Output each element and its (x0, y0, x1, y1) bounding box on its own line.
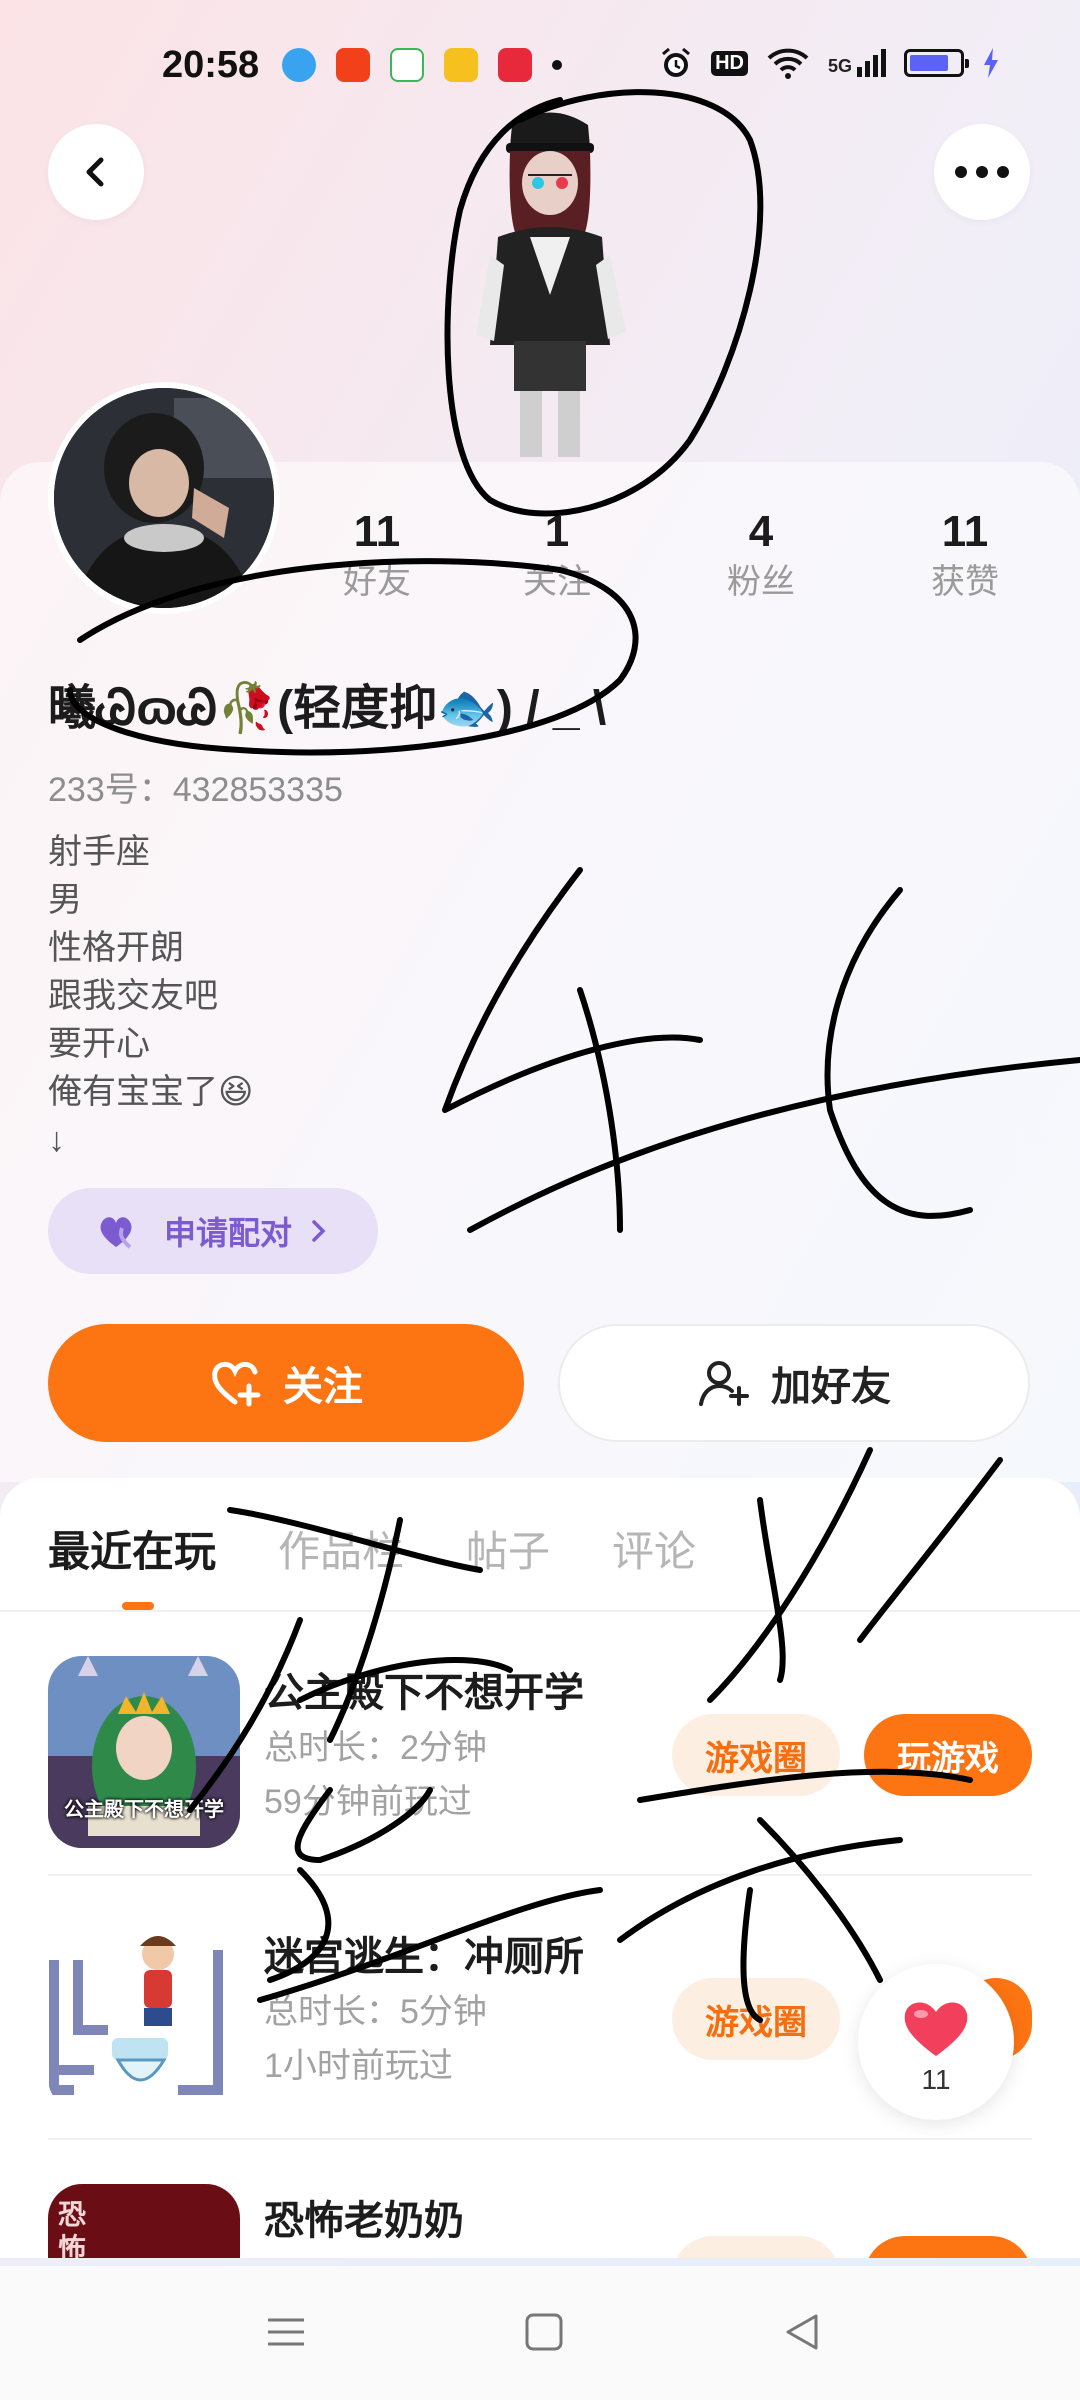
bio-line: 性格开朗 (48, 929, 184, 967)
signal-5g: 5G (828, 49, 886, 77)
game-title[interactable]: 公主殿下不想开学 (264, 1660, 584, 1718)
stat-value: 1 (544, 507, 570, 556)
home-square-icon[interactable] (524, 2312, 564, 2352)
play-game-button[interactable]: 玩游戏 (864, 1714, 1032, 1796)
game-cover-art (48, 1920, 240, 2112)
game-circle-button[interactable] (672, 2236, 840, 2258)
game-icon-caption: 公主殿下不想开学 (64, 1799, 224, 1821)
game-duration: 总时长：5分钟 (264, 1993, 487, 2031)
wifi-icon (767, 48, 809, 79)
charging-bolt-icon (984, 48, 998, 78)
chevron-right-icon (312, 1220, 326, 1242)
tab-posts[interactable]: 帖子 (466, 1518, 550, 1579)
hd-badge: HD (711, 50, 748, 76)
more-dots-icon (955, 166, 1009, 178)
stat-label: 关注 (523, 563, 591, 601)
heart-match-icon (100, 1217, 132, 1249)
active-tab-indicator (122, 1602, 154, 1610)
bio-line: 俺有宝宝了😆 (48, 1073, 254, 1111)
stat-following[interactable]: 1 关注 (482, 505, 632, 605)
battery-icon (904, 49, 969, 77)
bio-line: 跟我交友吧 (48, 977, 218, 1015)
stat-label: 获赞 (931, 563, 999, 601)
like-count: 11 (921, 2064, 951, 2095)
tab-comments[interactable]: 评论 (612, 1518, 696, 1579)
activity-section: 最近在玩 作品栏 帖子 评论 公主殿下不想开学 公主殿下不想开学 总时长：2分钟… (0, 1478, 1080, 2258)
back-button[interactable] (48, 124, 144, 220)
play-game-button[interactable] (864, 2236, 1032, 2258)
game-app-notification-icon (498, 48, 532, 82)
add-friend-label: 加好友 (771, 1365, 891, 1409)
taobao-notification-icon (336, 48, 370, 82)
back-triangle-icon[interactable] (782, 2312, 822, 2352)
request-match-button[interactable]: 申请配对 (48, 1188, 378, 1274)
bio-line: ↓ (48, 1121, 65, 1159)
game-duration: 总时长：2分钟 (264, 1729, 487, 1767)
profile-tabs: 最近在玩 作品栏 帖子 评论 (48, 1518, 696, 1579)
stat-friends[interactable]: 11 好友 (302, 505, 452, 605)
character-avatar-figure[interactable] (470, 105, 630, 465)
user-nickname: 曦ᏊɷᏊ🥀(轻度抑🐟) / _ \ (48, 682, 607, 735)
game-icon-caption: 恐怖 (58, 2199, 87, 2258)
stat-followers[interactable]: 4 粉丝 (686, 505, 836, 605)
game-title[interactable]: 迷宫逃生：冲厕所 (264, 1924, 584, 1982)
network-type-label: 5G (827, 56, 852, 76)
game-icon-maze[interactable] (48, 1920, 240, 2112)
stat-value: 11 (941, 507, 989, 556)
stat-likes[interactable]: 11 获赞 (890, 505, 1040, 605)
bio-line: 要开心 (48, 1025, 150, 1063)
menu-icon[interactable] (266, 2312, 306, 2352)
game-list-item[interactable]: 恐怖 恐怖老奶奶 (0, 2140, 1080, 2258)
home-app-notification-icon (390, 48, 424, 82)
status-indicators: HD 5G (659, 46, 1000, 80)
avatar-photo (54, 388, 274, 608)
stat-value: 11 (353, 507, 401, 556)
game-last-played: 1小时前玩过 (264, 2047, 453, 2085)
more-button[interactable] (934, 124, 1030, 220)
add-friend-button[interactable]: 加好友 (558, 1324, 1030, 1442)
heart-icon (904, 2002, 968, 2056)
app-notification-icon (282, 48, 316, 82)
stat-label: 粉丝 (727, 563, 795, 601)
system-nav-bar (0, 2266, 1080, 2400)
user-bio: 射手座 男 性格开朗 跟我交友吧 要开心 俺有宝宝了😆 ↓ (48, 828, 253, 1164)
user-avatar[interactable] (48, 382, 280, 614)
like-floating-button[interactable]: 11 (858, 1964, 1014, 2120)
bio-line: 射手座 (48, 833, 150, 871)
tab-recently-played[interactable]: 最近在玩 (48, 1518, 216, 1579)
tab-works[interactable]: 作品栏 (278, 1518, 404, 1579)
request-match-label: 申请配对 (163, 1215, 292, 1251)
status-time: 20:58 (162, 44, 260, 86)
game-circle-button[interactable]: 游戏圈 (672, 1714, 840, 1796)
game-list-item[interactable]: 公主殿下不想开学 公主殿下不想开学 总时长：2分钟 59分钟前玩过 游戏圈 玩游… (0, 1612, 1080, 1876)
follow-button[interactable]: 关注 (48, 1324, 524, 1442)
stat-label: 好友 (343, 563, 411, 601)
game-last-played: 59分钟前玩过 (264, 1783, 472, 1821)
heart-plus-icon (212, 1361, 261, 1407)
game-circle-button[interactable]: 游戏圈 (672, 1978, 840, 2060)
add-user-icon (699, 1361, 749, 1406)
status-app-icons (282, 48, 562, 82)
game-icon-princess[interactable]: 公主殿下不想开学 (48, 1656, 240, 1848)
bio-line: 男 (48, 881, 82, 919)
game-icon-horror-granny[interactable]: 恐怖 (48, 2184, 240, 2258)
more-notifications-dot-icon (552, 60, 562, 70)
game-title[interactable]: 恐怖老奶奶 (264, 2188, 464, 2246)
alarm-icon (662, 47, 691, 77)
user-id[interactable]: 233号：432853335 (48, 762, 343, 811)
stat-value: 4 (748, 507, 774, 556)
chevron-left-icon (86, 157, 104, 187)
follow-label: 关注 (283, 1365, 363, 1409)
book-app-notification-icon (444, 48, 478, 82)
